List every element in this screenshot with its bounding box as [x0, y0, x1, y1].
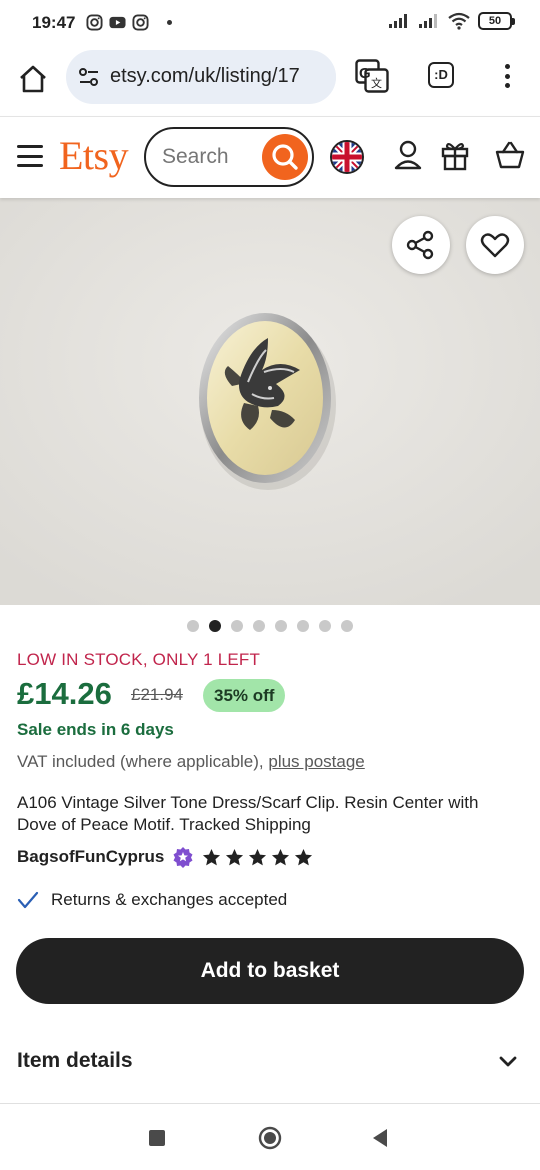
- search-input[interactable]: Search: [162, 145, 229, 169]
- checkmark-icon: [17, 891, 39, 909]
- instagram-icon: [86, 14, 103, 31]
- gift-icon[interactable]: [440, 139, 470, 171]
- wifi-icon: [448, 12, 470, 30]
- etsy-logo[interactable]: Etsy: [59, 132, 129, 179]
- pager-dot[interactable]: [231, 620, 243, 632]
- home-icon[interactable]: [16, 62, 50, 96]
- pager-dot[interactable]: [297, 620, 309, 632]
- star-seller-badge-icon: [173, 847, 193, 868]
- system-icons: 50: [388, 12, 515, 30]
- signal-icon: [389, 14, 407, 28]
- url-fade: [314, 50, 336, 104]
- hamburger-menu-icon[interactable]: [17, 145, 43, 167]
- item-details-accordion[interactable]: Item details: [0, 1030, 540, 1104]
- system-nav-bar: [0, 1106, 540, 1170]
- home-button[interactable]: [258, 1126, 282, 1150]
- rating-stars[interactable]: [202, 848, 313, 867]
- star-icon: [203, 848, 221, 865]
- browser-toolbar: etsy.com/uk/listing/17 G文 :D: [0, 46, 540, 116]
- status-bar: 19:47 50: [0, 0, 540, 46]
- extension-button[interactable]: :D: [428, 62, 454, 88]
- basket-icon[interactable]: [495, 139, 525, 171]
- youtube-icon: [109, 16, 126, 29]
- shop-name-link[interactable]: BagsofFunCyprus: [17, 847, 164, 867]
- vat-note: VAT included (where applicable), plus po…: [17, 752, 365, 772]
- extension-label: :D: [434, 67, 448, 82]
- search-button[interactable]: [262, 134, 308, 180]
- star-icon: [249, 848, 267, 865]
- stock-notice: LOW IN STOCK, ONLY 1 LEFT: [17, 650, 261, 669]
- pager-dot[interactable]: [187, 620, 199, 632]
- url-text[interactable]: etsy.com/uk/listing/17: [110, 65, 300, 88]
- notification-icons: [86, 14, 172, 31]
- sale-ends-text: Sale ends in 6 days: [17, 720, 174, 739]
- pager-dot[interactable]: [253, 620, 265, 632]
- image-pager: [0, 620, 540, 632]
- site-settings-icon[interactable]: [78, 66, 100, 88]
- pager-dot[interactable]: [275, 620, 287, 632]
- star-icon: [226, 848, 244, 865]
- pager-dot[interactable]: [341, 620, 353, 632]
- shop-row: BagsofFunCyprus: [17, 846, 313, 868]
- translate-icon[interactable]: G文: [355, 59, 389, 93]
- chevron-down-icon: [499, 1056, 517, 1067]
- search-bar[interactable]: Search: [144, 127, 314, 187]
- heart-icon: [480, 233, 510, 258]
- recents-button[interactable]: [149, 1130, 165, 1146]
- share-icon: [406, 230, 434, 260]
- battery-level: 50: [488, 15, 502, 27]
- star-icon: [272, 848, 290, 865]
- address-bar[interactable]: etsy.com/uk/listing/17: [66, 50, 336, 104]
- postage-link[interactable]: plus postage: [268, 752, 364, 771]
- star-icon: [295, 848, 313, 865]
- svg-text:G: G: [359, 65, 371, 82]
- item-details-label: Item details: [17, 1049, 133, 1072]
- add-to-basket-button[interactable]: Add to basket: [16, 938, 524, 1004]
- pager-dot[interactable]: [209, 620, 221, 632]
- uk-flag-icon[interactable]: [330, 140, 364, 174]
- account-icon[interactable]: [393, 139, 423, 171]
- svg-text:文: 文: [371, 76, 382, 90]
- browser-menu-button[interactable]: [498, 61, 516, 91]
- more-notifications-dot: [167, 20, 172, 25]
- discount-badge: 35% off: [203, 679, 286, 712]
- status-time: 19:47: [32, 13, 76, 32]
- vat-text: VAT included (where applicable),: [17, 752, 269, 771]
- search-icon: [272, 144, 298, 170]
- price: £14.26: [17, 676, 112, 711]
- instagram-icon: [132, 14, 149, 31]
- returns-text: Returns & exchanges accepted: [51, 890, 288, 909]
- site-header: Etsy Search: [0, 116, 540, 198]
- signal-icon: [419, 14, 437, 28]
- pager-dot[interactable]: [319, 620, 331, 632]
- brooch-photo: [0, 198, 540, 605]
- original-price: £21.94: [131, 685, 183, 704]
- back-button[interactable]: [370, 1127, 390, 1149]
- share-button[interactable]: [392, 216, 450, 274]
- product-title: A106 Vintage Silver Tone Dress/Scarf Cli…: [17, 793, 479, 834]
- product-image[interactable]: [0, 198, 540, 605]
- battery-icon: 50: [478, 12, 515, 30]
- returns-row: Returns & exchanges accepted: [17, 890, 287, 910]
- favorite-button[interactable]: [466, 216, 524, 274]
